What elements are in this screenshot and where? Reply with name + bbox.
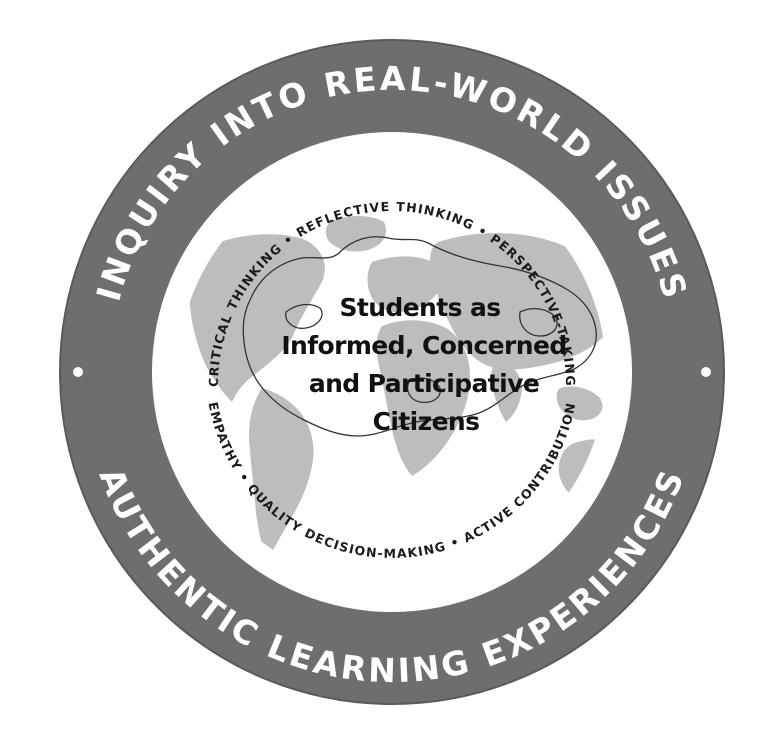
emblem-svg: INQUIRY INTO REAL-WORLD ISSUES AUTHENTIC… [59,39,725,705]
outer-ring-dot-left [73,367,83,377]
center-line-1: Students as [339,293,500,322]
center-line-2: Informed, Concerned [281,331,566,360]
center-line-4: Citizens [373,407,480,436]
outer-ring-dot-right [701,367,711,377]
center-line-3: and Participative [309,369,539,398]
emblem: INQUIRY INTO REAL-WORLD ISSUES AUTHENTIC… [0,0,768,739]
